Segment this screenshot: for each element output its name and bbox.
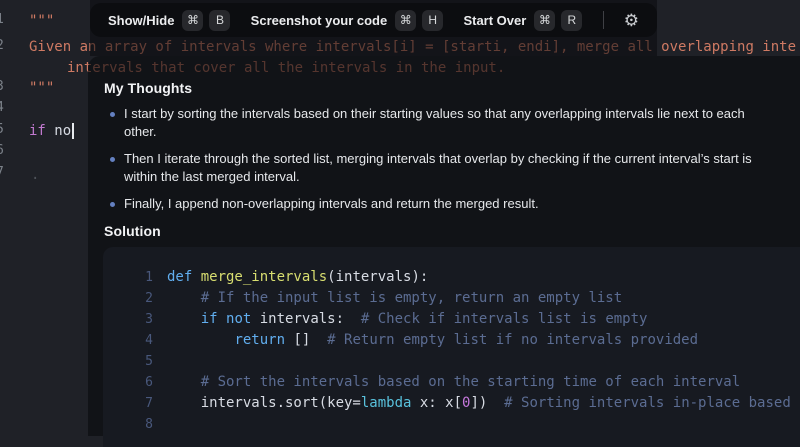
code-line-text: def merge_intervals(intervals): (167, 267, 428, 288)
code-line-text: # If the input list is empty, return an … (167, 288, 622, 309)
screenshot-code-label: Screenshot your code (250, 12, 388, 28)
thoughts-panel: My Thoughts I start by sorting the inter… (88, 56, 800, 447)
code-line-text: # Sort the intervals based on the starti… (167, 372, 740, 393)
code-token: if (29, 123, 46, 139)
code-token: x: x[ (411, 395, 463, 411)
code-token: not (226, 311, 252, 327)
table-row: 2 # If the input list is empty, return a… (103, 288, 800, 309)
code-token: # If the input list is empty, return an … (200, 290, 623, 306)
code-token: ]) (470, 395, 488, 411)
code-line-text: return [] # Return empty list if no inte… (167, 330, 698, 351)
code-line-number: 5 (145, 354, 153, 369)
editor-code-line: . (31, 166, 39, 184)
editor-line-number: 3 (0, 79, 6, 94)
code-token: return (234, 332, 286, 348)
thoughts-title: My Thoughts (104, 80, 193, 96)
solution-title: Solution (104, 223, 161, 239)
code-token: """ (29, 80, 55, 96)
code-line-text: intervals.sort(key=lambda x: x[0]) # Sor… (167, 393, 791, 414)
cmd-key-icon: ⌘ (182, 9, 204, 31)
editor-code-line: if no (29, 122, 75, 140)
code-line-number: 4 (145, 333, 153, 348)
editor-line-number: 2 (0, 38, 6, 53)
key-b: B (209, 9, 231, 31)
code-line-number: 1 (145, 270, 153, 285)
solution-code-block: 1 def merge_intervals(intervals): 2 # If t… (103, 247, 800, 447)
code-line-number: 6 (145, 375, 153, 390)
table-row: 4 return [] # Return empty list if no in… (103, 330, 800, 351)
code-token: lambda (360, 395, 412, 411)
code-line-text: if not intervals: # Check if intervals l… (167, 309, 648, 330)
show-hide-label: Show/Hide (108, 12, 175, 28)
code-token: [] (285, 332, 311, 348)
toolbar-divider (602, 11, 604, 29)
table-row: 8 (103, 414, 800, 435)
table-row: 6 # Sort the intervals based on the star… (103, 372, 800, 393)
screenshot-code-button[interactable]: Screenshot your code ⌘ H (250, 9, 444, 31)
code-token: intervals: (251, 311, 345, 327)
code-token: # Sorting intervals in-place based (487, 395, 791, 411)
cmd-key-icon: ⌘ (534, 9, 556, 31)
code-token: if (200, 311, 218, 327)
list-item: Finally, I append non-overlapping interv… (104, 195, 752, 213)
editor-code-line: """ (29, 12, 54, 30)
editor-line-number: 5 (0, 122, 6, 137)
code-token: # Sort the intervals based on the starti… (200, 374, 741, 390)
code-token: intervals.sort(key= (167, 395, 361, 411)
start-over-label: Start Over (463, 12, 527, 28)
text-cursor (72, 123, 75, 139)
table-row: 5 (103, 351, 800, 372)
code-token: """ (29, 13, 55, 29)
table-row: 7 intervals.sort(key=lambda x: x[0]) # S… (103, 393, 800, 414)
code-token: # Check if intervals list is empty (344, 311, 648, 327)
editor-code-line: """ (29, 79, 54, 97)
code-token: (intervals): (327, 269, 429, 285)
code-line-number: 3 (145, 312, 153, 327)
code-token: # Return empty list if no intervals prov… (310, 332, 699, 348)
code-line-number: 8 (145, 417, 153, 432)
editor-line-number: 4 (0, 100, 6, 115)
code-line-number: 2 (145, 291, 153, 306)
code-token: merge_intervals (200, 269, 328, 285)
key-h: H (422, 9, 444, 31)
code-token: no (45, 123, 72, 139)
thoughts-list: I start by sorting the intervals based o… (104, 105, 784, 213)
key-r: R (561, 9, 583, 31)
code-line-number: 7 (145, 396, 153, 411)
show-hide-button[interactable]: Show/Hide ⌘ B (108, 9, 231, 31)
code-token: . (31, 167, 40, 183)
gear-icon[interactable]: ⚙ (624, 12, 639, 29)
editor-line-number: 6 (0, 143, 6, 158)
start-over-button[interactable]: Start Over ⌘ R (463, 9, 583, 31)
editor-line-number: 1 (0, 12, 6, 27)
editor-line-number: 7 (0, 165, 6, 180)
code-token: def (167, 269, 201, 285)
command-toolbar: Show/Hide ⌘ B Screenshot your code ⌘ H S… (90, 3, 657, 37)
cmd-key-icon: ⌘ (395, 9, 417, 31)
table-row: 1 def merge_intervals(intervals): (103, 267, 800, 288)
table-row: 3 if not intervals: # Check if intervals… (103, 309, 800, 330)
list-item: Then I iterate through the sorted list, … (104, 150, 752, 186)
list-item: I start by sorting the intervals based o… (104, 105, 752, 141)
